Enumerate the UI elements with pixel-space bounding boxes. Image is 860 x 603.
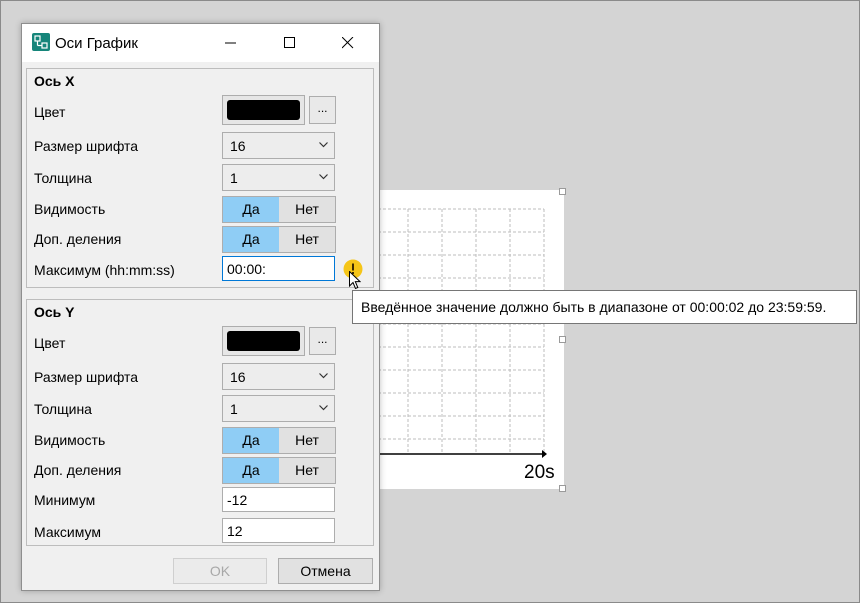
validation-tooltip: Введённое значение должно быть в диапазо…	[352, 290, 857, 324]
minimize-button[interactable]	[208, 24, 254, 62]
y-max-label: Максимум	[34, 524, 101, 540]
x-font-size-select[interactable]: 16	[222, 132, 335, 159]
y-subdivisions-yes-button[interactable]: Да	[223, 458, 279, 483]
chart-grid	[378, 208, 547, 458]
y-color-label: Цвет	[34, 335, 66, 351]
y-subdivisions-toggle: Да Нет	[222, 457, 336, 484]
y-visibility-no-button[interactable]: Нет	[279, 428, 335, 453]
y-visibility-yes-button[interactable]: Да	[223, 428, 279, 453]
y-axis-group-title: Ось Y	[34, 304, 75, 320]
y-color-swatch	[227, 331, 300, 351]
x-font-size-label: Размер шрифта	[34, 138, 139, 154]
y-max-input-value: 12	[227, 523, 243, 539]
chevron-down-icon	[319, 142, 328, 148]
dialog-titlebar[interactable]: Оси График	[22, 24, 379, 62]
y-visibility-toggle: Да Нет	[222, 427, 336, 454]
y-color-more-button[interactable]: ...	[309, 327, 336, 355]
y-visibility-label: Видимость	[34, 432, 106, 448]
x-visibility-label: Видимость	[34, 201, 106, 217]
x-thickness-select[interactable]: 1	[222, 164, 335, 191]
y-min-label: Минимум	[34, 492, 96, 508]
x-axis-group: Ось X Цвет ... Размер шрифта 16 Толщина …	[26, 68, 374, 288]
x-color-picker[interactable]	[222, 95, 305, 125]
x-thickness-label: Толщина	[34, 170, 92, 186]
y-min-input[interactable]: -12	[222, 487, 335, 512]
y-font-size-select[interactable]: 16	[222, 363, 335, 390]
x-visibility-no-button[interactable]: Нет	[279, 197, 335, 222]
x-visibility-yes-button[interactable]: Да	[223, 197, 279, 222]
cancel-button[interactable]: Отмена	[278, 558, 373, 584]
chevron-down-icon	[319, 174, 328, 180]
y-max-input[interactable]: 12	[222, 518, 335, 543]
y-axis-group: Ось Y Цвет ... Размер шрифта 16 Толщина …	[26, 299, 374, 546]
close-icon	[342, 37, 354, 49]
minimize-icon	[225, 42, 236, 44]
y-thickness-label: Толщина	[34, 401, 92, 417]
chart-canvas[interactable]	[378, 190, 564, 489]
x-thickness-value: 1	[230, 170, 238, 186]
x-axis-group-title: Ось X	[34, 73, 75, 89]
x-subdivisions-yes-button[interactable]: Да	[223, 227, 279, 252]
y-min-input-value: -12	[227, 492, 248, 508]
chart-x-axis-max-label: 20s	[524, 462, 555, 483]
chevron-down-icon	[319, 405, 328, 411]
x-subdivisions-no-button[interactable]: Нет	[279, 227, 335, 252]
x-color-more-button[interactable]: ...	[309, 96, 336, 124]
chevron-down-icon	[319, 373, 328, 379]
x-font-size-value: 16	[230, 138, 246, 154]
dialog-title: Оси График	[55, 35, 138, 52]
ok-button[interactable]: OK	[173, 558, 267, 584]
y-font-size-label: Размер шрифта	[34, 369, 139, 385]
x-subdivisions-toggle: Да Нет	[222, 226, 336, 253]
axes-dialog: Оси График Ось X Цвет ... Размер шрифта …	[21, 23, 380, 591]
x-color-label: Цвет	[34, 104, 66, 120]
x-subdivisions-label: Доп. деления	[34, 231, 122, 247]
y-subdivisions-no-button[interactable]: Нет	[279, 458, 335, 483]
y-subdivisions-label: Доп. деления	[34, 462, 122, 478]
y-font-size-value: 16	[230, 369, 246, 385]
resize-handle-bottom-right[interactable]	[559, 485, 566, 492]
y-color-picker[interactable]	[222, 326, 305, 356]
x-max-input-value: 00:00:	[227, 261, 266, 277]
x-color-swatch	[227, 100, 300, 120]
y-thickness-value: 1	[230, 401, 238, 417]
app-icon	[32, 33, 50, 51]
x-max-label: Максимум (hh:mm:ss)	[34, 262, 175, 278]
x-max-input[interactable]: 00:00:	[222, 256, 335, 281]
resize-handle-top-right[interactable]	[559, 188, 566, 195]
tooltip-text: Введённое значение должно быть в диапазо…	[361, 299, 827, 315]
y-thickness-select[interactable]: 1	[222, 395, 335, 422]
x-visibility-toggle: Да Нет	[222, 196, 336, 223]
resize-handle-right[interactable]	[559, 336, 566, 343]
close-button[interactable]	[325, 24, 371, 62]
maximize-button[interactable]	[267, 24, 313, 62]
maximize-icon	[284, 37, 295, 48]
